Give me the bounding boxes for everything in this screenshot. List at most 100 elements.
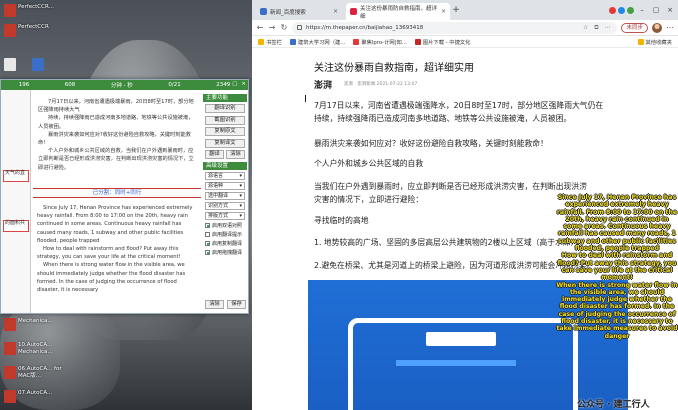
translation-text-area[interactable]: Since July 17, Henan Province has experi… (33, 202, 201, 312)
document-icon (4, 58, 16, 71)
save-button[interactable]: 保存 (227, 300, 246, 309)
close-tab-icon[interactable]: × (333, 8, 338, 15)
button-row: 翻译 清除 (205, 150, 247, 159)
highlight-mark[interactable]: 的面积共 (3, 220, 29, 232)
address-bar-row: ← → ↻ https://m.thepaper.cn/baijiahao_13… (252, 20, 678, 36)
new-tab-button[interactable]: + (450, 3, 462, 20)
option-checkbox[interactable]: 启用双语对照 (205, 222, 247, 229)
desktop-icon[interactable]: 10.AutoCA... Mechanica... (4, 342, 66, 355)
setting-select[interactable]: 源语种 ▾ (205, 181, 245, 190)
baidu-icon (260, 8, 267, 15)
window-controls: – ▢ × (609, 0, 678, 20)
desktop-icon[interactable]: 07.AutoCA... (4, 390, 66, 403)
setting-select[interactable]: 排版方式 ▾ (205, 211, 245, 220)
extension-icon[interactable] (627, 6, 634, 14)
bookmark-label: 建筑大学习网（建... (297, 39, 346, 46)
select-label: 源语种 (208, 182, 224, 189)
bookmark-label: 其他收藏夹 (645, 39, 673, 46)
option-checkbox[interactable]: 启用拖拽翻译 (205, 249, 247, 256)
forward-icon[interactable]: → (268, 23, 276, 32)
checkbox-icon (205, 222, 210, 228)
chevron-down-icon: ▾ (239, 212, 242, 219)
checkbox-label: 启用拖拽翻译 (212, 249, 243, 256)
pdf-icon (4, 318, 16, 331)
desktop-icon[interactable]: Mechanica... (4, 318, 66, 331)
checkbox-label: 启用双语对照 (212, 222, 243, 229)
app-icon (4, 4, 16, 17)
copy-source-button[interactable]: 复制原文 (205, 127, 245, 136)
article-line: 当我们在户外遇到暴雨时，应立即判断是否已经形成洪涝灾害，在判断出现洪涝 (314, 182, 587, 191)
back-icon[interactable]: ← (256, 23, 264, 32)
tab-article[interactable]: 关注这份暴雨防自救指南，超详细 × (346, 3, 450, 20)
top-tab[interactable]: 分钟 - 秒 (111, 81, 133, 89)
desktop-icon[interactable]: 06.AutoCA... for MAC版... (4, 366, 66, 379)
recognize-button[interactable]: 翻译识别 (205, 104, 245, 113)
avatar[interactable] (652, 22, 662, 33)
bookmark-item[interactable]: 书签栏 (258, 38, 282, 46)
split-divider[interactable]: 已分割：同时+同行 (33, 188, 201, 198)
minimize-icon[interactable]: – (225, 81, 228, 87)
tab-baidu[interactable]: 新闻_百度搜索 × (256, 3, 342, 20)
translation-paragraph: Since July 17, Henan Province has experi… (37, 205, 193, 244)
desktop-icon[interactable]: PerfectCCR... (4, 4, 66, 17)
checkbox-icon (205, 240, 210, 246)
desktop-icon[interactable]: PerfectCCR (4, 24, 66, 37)
checkbox-label: 启用翻译提示 (212, 231, 243, 238)
select-label: 选中翻译 (208, 192, 229, 199)
refresh-icon[interactable]: ↻ (280, 23, 288, 32)
extension-icon[interactable] (618, 6, 625, 14)
option-checkbox[interactable]: 启用复制翻译 (205, 240, 247, 247)
setting-select[interactable]: 选中翻译 ▾ (205, 191, 245, 200)
bookmark-item[interactable]: 图片下载 - 中捷文化 (414, 38, 470, 46)
top-tab[interactable]: 196 (19, 82, 30, 88)
checkbox-icon (205, 231, 210, 237)
address-tools-icons[interactable]: ☆ ⧉ ⋯ (583, 24, 612, 32)
copy-translation-button[interactable]: 复制译文 (205, 138, 245, 148)
overlay-paragraph: Since July 17, Henan Province has experi… (556, 194, 678, 253)
article-paragraph: 7月17日以来，河南省遭遇极端强降水，20日8时至17时，部分地区强降雨大气仍在… (314, 100, 678, 125)
group-title: 高级设置 (203, 161, 247, 170)
desktop-icon-label: Mechanica... (18, 318, 53, 324)
setting-select[interactable]: 源语言 ▾ (205, 171, 245, 180)
group-title: 主要功能 (203, 94, 247, 102)
close-icon[interactable]: × (664, 6, 676, 14)
top-tab[interactable]: 608 (65, 82, 76, 88)
screenshot-button[interactable]: 截图识别 (205, 115, 245, 125)
bookmark-label: 聚焦lpro-计网|知... (361, 39, 407, 46)
top-tab[interactable]: 0/21 (168, 82, 180, 88)
close-tab-icon[interactable]: × (441, 8, 446, 15)
publisher-logo: 澎湃 (314, 81, 333, 91)
setting-select[interactable]: 识别方式 ▾ (205, 201, 245, 210)
watermark-text: 公众号 · 建工行人 (577, 400, 650, 410)
desktop-icon[interactable] (32, 58, 94, 71)
close-icon[interactable]: × (241, 81, 246, 87)
app-icon (32, 58, 44, 71)
highlight-mark[interactable]: 天气的直 (3, 170, 29, 182)
overlay-paragraph: When there is strong water flow in the v… (556, 281, 678, 340)
option-checkbox[interactable]: 启用翻译提示 (205, 231, 247, 238)
site-icon (414, 38, 421, 45)
bookmark-item[interactable]: 建筑大学习网（建... (289, 38, 346, 46)
tab-strip: 新闻_百度搜索 × 关注这份暴雨防自救指南，超详细 × + – ▢ × (252, 0, 678, 20)
minimize-icon[interactable]: – (636, 6, 648, 14)
bookmarks-bar: 书签栏 建筑大学习网（建... 聚焦lpro-计网|知... 图片下载 - 中捷… (252, 36, 678, 48)
pdf-icon (4, 366, 16, 379)
clear-button[interactable]: 清除 (226, 150, 245, 159)
maximize-icon[interactable]: ▢ (650, 6, 662, 14)
select-label: 识别方式 (208, 202, 229, 209)
source-paragraph: 暴雨洪灾来袭如何应对?收好这份避险自救攻略，关键时刻能救命! (38, 131, 191, 147)
bookmark-item[interactable]: 聚焦lpro-计网|知... (353, 38, 407, 46)
url-text: https://m.thepaper.cn/baijiahao_13693418 (306, 24, 424, 31)
bookmark-item[interactable]: 其他收藏夹 (637, 38, 673, 46)
translation-overlay: Since July 17, Henan Province has experi… (556, 194, 678, 340)
text-cursor-icon: I (304, 94, 307, 105)
translation-paragraph: When there is strong water flow in the v… (37, 262, 186, 294)
translate-button[interactable]: 翻译 (205, 150, 224, 159)
footer-clear-button[interactable]: 清除 (205, 300, 224, 309)
maximize-icon[interactable]: ▢ (232, 81, 237, 87)
extension-icon[interactable] (609, 6, 616, 14)
sync-button[interactable]: 未同步 (621, 22, 648, 33)
menu-icon[interactable]: ⋯ (666, 23, 674, 32)
url-input[interactable]: https://m.thepaper.cn/baijiahao_13693418… (292, 21, 618, 34)
chevron-down-icon: ▾ (239, 172, 242, 179)
